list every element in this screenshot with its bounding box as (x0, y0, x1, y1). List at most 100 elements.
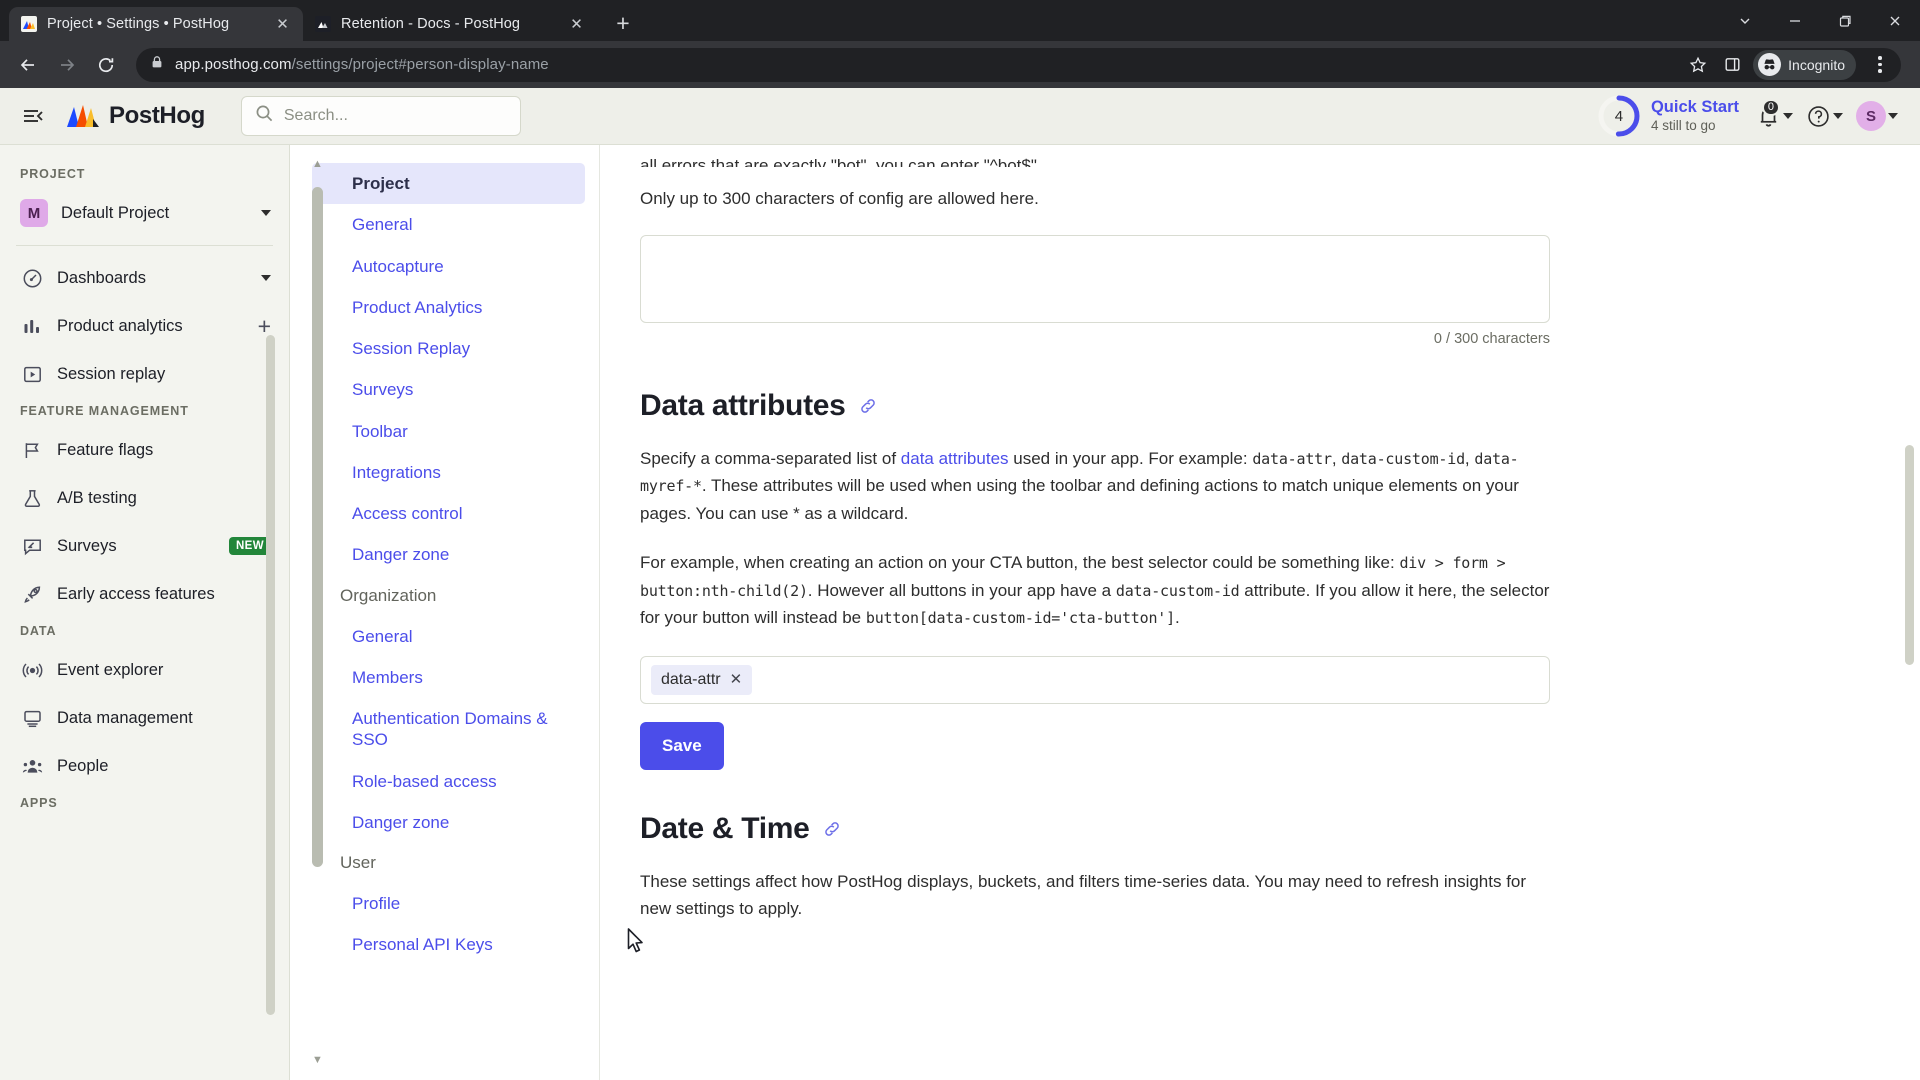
sidebar-item-event-explorer[interactable]: Event explorer (0, 646, 289, 694)
scroll-down-arrow-icon[interactable]: ▼ (312, 1055, 323, 1066)
quick-start-count: 4 (1614, 107, 1624, 125)
chevron-down-icon[interactable] (261, 210, 271, 216)
settings-nav-item-danger-zone[interactable]: Danger zone (332, 534, 585, 575)
browser-tab-1[interactable]: Project • Settings • PostHog ✕ (9, 7, 303, 41)
link-icon[interactable] (822, 819, 842, 839)
sidebar-item-default-project[interactable]: M Default Project (0, 189, 289, 237)
side-panel-icon[interactable] (1717, 50, 1747, 80)
posthog-docs-favicon-icon (314, 15, 332, 33)
sidebar-toggle-icon[interactable] (18, 101, 48, 131)
data-attributes-link[interactable]: data attributes (901, 449, 1009, 468)
window-minimize-icon[interactable] (1770, 0, 1820, 41)
settings-nav-item-session-replay[interactable]: Session Replay (332, 328, 585, 369)
quick-start-button[interactable]: 4 Quick Start 4 still to go (1589, 90, 1747, 142)
reload-button-icon[interactable] (88, 47, 124, 83)
settings-nav-item-access-control[interactable]: Access control (332, 493, 585, 534)
data-attributes-tag-input[interactable]: data-attr ✕ (640, 655, 1550, 704)
settings-nav-item-toolbar[interactable]: Toolbar (332, 411, 585, 452)
settings-nav-item-integrations[interactable]: Integrations (332, 452, 585, 493)
app-body: PROJECT M Default Project Dashboards Pro… (0, 145, 1920, 1080)
address-bar[interactable]: app.posthog.com/settings/project#person-… (136, 47, 1901, 82)
settings-nav-item-personal-api-keys[interactable]: Personal API Keys (332, 924, 585, 965)
sidebar-item-surveys[interactable]: Surveys NEW (0, 522, 289, 570)
sidebar-item-label: People (57, 756, 109, 775)
incognito-label: Incognito (1788, 56, 1845, 73)
quick-start-progress-ring: 4 (1597, 94, 1641, 138)
flask-icon (20, 486, 44, 510)
settings-nav-item-members[interactable]: Members (332, 657, 585, 698)
settings-nav-item-role-based-access[interactable]: Role-based access (332, 761, 585, 802)
settings-nav-scrollbar[interactable]: ▲ ▼ (300, 157, 323, 1068)
play-square-icon (20, 362, 44, 386)
browser-tab-2[interactable]: Retention - Docs - PostHog ✕ (303, 7, 597, 41)
data-attributes-description-2: For example, when creating an action on … (640, 553, 1550, 628)
date-time-description: These settings affect how PostHog displa… (640, 871, 1527, 919)
settings-group-project[interactable]: Project (312, 163, 585, 205)
settings-nav-item-auth-domains-sso[interactable]: Authentication Domains & SSO (332, 698, 585, 761)
flag-icon (20, 438, 44, 462)
link-icon[interactable] (858, 396, 878, 416)
settings-group-user: User (340, 853, 376, 872)
settings-nav-list: Project General Autocapture Product Anal… (290, 163, 599, 966)
browser-menu-icon[interactable] (1864, 49, 1896, 81)
browser-tab-2-close-icon[interactable]: ✕ (567, 15, 586, 34)
settings-nav-scroll-thumb[interactable] (312, 187, 323, 867)
sidebar-item-dashboards[interactable]: Dashboards (0, 254, 289, 302)
quick-start-subtitle: 4 still to go (1650, 117, 1716, 133)
section-title: Date & Time (640, 811, 810, 845)
sidebar-section-feature-management-label: FEATURE MANAGEMENT (20, 404, 189, 418)
bookmark-star-icon[interactable] (1683, 50, 1713, 80)
browser-tab-1-close-icon[interactable]: ✕ (273, 15, 292, 34)
settings-nav-item-org-general[interactable]: General (332, 616, 585, 657)
window-close-icon[interactable] (1870, 0, 1920, 41)
sidebar-item-ab-testing[interactable]: A/B testing (0, 474, 289, 522)
sidebar-item-session-replay[interactable]: Session replay (0, 350, 289, 398)
code-data-custom-id: data-custom-id (1341, 449, 1465, 468)
remove-tag-icon[interactable]: ✕ (730, 672, 743, 687)
sidebar-item-data-management[interactable]: Data management (0, 694, 289, 742)
sidebar-item-label: Data management (57, 708, 193, 727)
incognito-profile-chip[interactable]: Incognito (1753, 49, 1856, 80)
settings-nav-item-product-analytics[interactable]: Product Analytics (332, 287, 585, 328)
sidebar-item-feature-flags[interactable]: Feature flags (0, 426, 289, 474)
status-badge: NEW (228, 537, 271, 555)
code-cta-button-selector: button[data-custom-id='cta-button'] (865, 609, 1175, 628)
config-textarea[interactable] (640, 234, 1550, 323)
sidebar-item-label: Feature flags (57, 440, 154, 459)
sidebar-item-label: Early access features (57, 584, 215, 603)
sidebar-scrollbar[interactable] (266, 335, 275, 1015)
settings-nav-item-autocapture[interactable]: Autocapture (332, 246, 585, 287)
posthog-logo[interactable]: PostHog (66, 99, 205, 134)
code-data-custom-id-2: data-custom-id (1115, 581, 1240, 600)
save-button[interactable]: Save (640, 721, 724, 770)
tab-search-chevron-icon[interactable] (1720, 0, 1770, 41)
incognito-icon (1758, 53, 1782, 76)
notifications-button[interactable]: 0 (1752, 98, 1797, 135)
help-button[interactable] (1802, 98, 1847, 135)
content-scrollbar[interactable] (1905, 445, 1914, 665)
account-menu-button[interactable]: S (1852, 95, 1902, 137)
back-button-icon[interactable] (10, 47, 46, 83)
new-tab-button[interactable]: + (606, 6, 640, 40)
sidebar-item-product-analytics[interactable]: Product analytics + (0, 302, 289, 350)
char-counter: 0 / 300 characters (1433, 330, 1550, 347)
window-maximize-icon[interactable] (1820, 0, 1870, 41)
search-placeholder: Search... (283, 107, 348, 124)
sidebar-item-label: Event explorer (57, 660, 164, 679)
chevron-down-icon[interactable] (261, 275, 271, 281)
sidebar-divider (16, 245, 273, 246)
search-input[interactable]: Search... (240, 96, 521, 136)
window-controls (1720, 0, 1920, 41)
sidebar-item-early-access-features[interactable]: Early access features (0, 570, 289, 618)
forward-button-icon[interactable] (49, 47, 85, 83)
settings-nav-item-surveys[interactable]: Surveys (332, 369, 585, 410)
sidebar-item-people[interactable]: People (0, 742, 289, 790)
sidebar-item-label: Surveys (57, 536, 117, 555)
quick-start-text: Quick Start 4 still to go (1651, 97, 1739, 135)
clipped-help-text: all errors that are exactly "bot", you c… (640, 156, 1042, 167)
settings-nav-item-profile[interactable]: Profile (332, 883, 585, 924)
settings-nav-item-general[interactable]: General (332, 204, 585, 245)
scroll-up-arrow-icon[interactable]: ▲ (312, 159, 323, 170)
settings-nav-item-org-danger-zone[interactable]: Danger zone (332, 802, 585, 843)
tag-chip[interactable]: data-attr ✕ (651, 664, 753, 695)
